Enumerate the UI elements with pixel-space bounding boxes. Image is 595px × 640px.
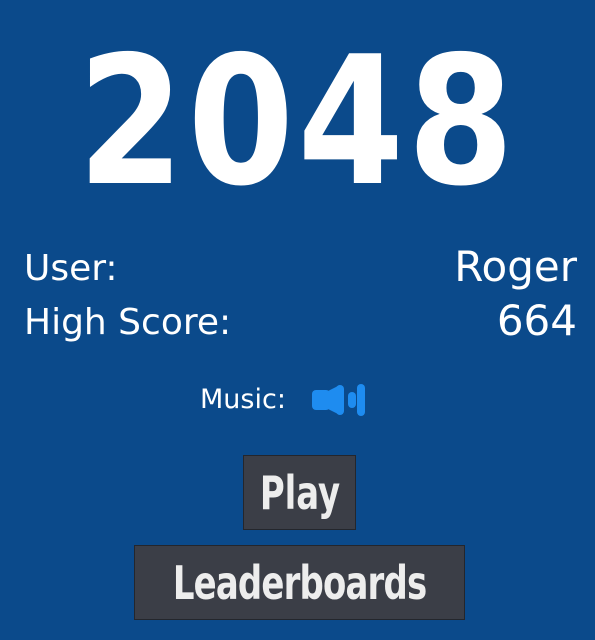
high-score-label: High Score:: [24, 302, 232, 343]
music-setting: Music:: [200, 380, 366, 420]
user-name: Roger: [454, 242, 577, 291]
user-label: User:: [24, 248, 118, 289]
play-button-label: Play: [259, 466, 340, 520]
music-toggle[interactable]: [310, 382, 366, 418]
speaker-icon: [311, 384, 365, 416]
game-title: 2048: [77, 18, 518, 225]
leaderboards-button[interactable]: Leaderboards: [134, 545, 465, 620]
high-score-value: 664: [496, 296, 577, 345]
music-label: Music:: [200, 384, 286, 415]
leaderboards-button-label: Leaderboards: [172, 556, 427, 610]
play-button[interactable]: Play: [243, 455, 356, 530]
